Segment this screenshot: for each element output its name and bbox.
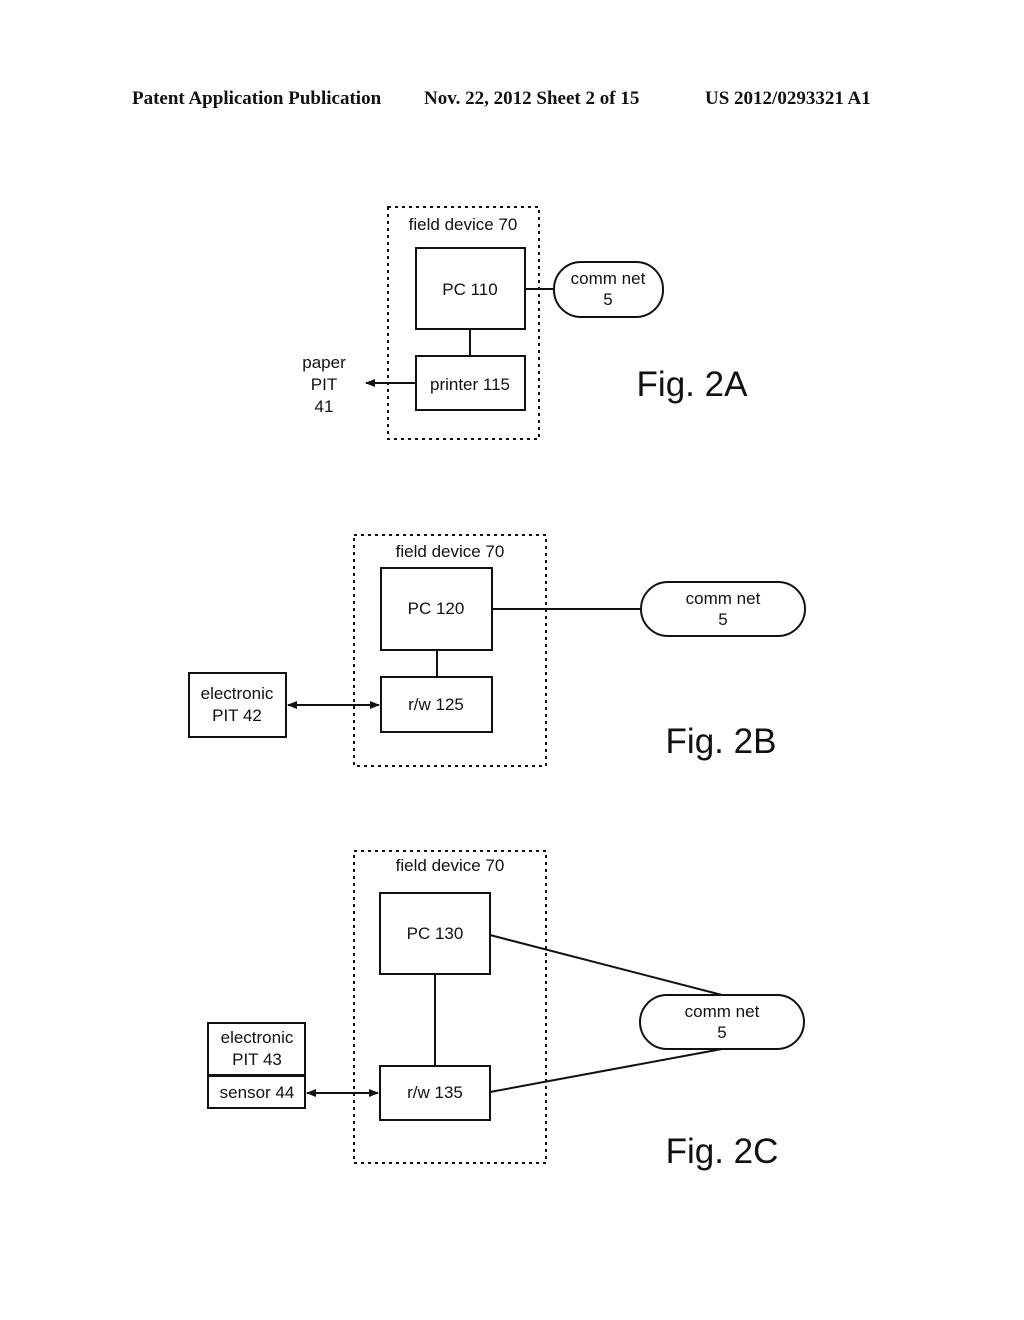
figures-canvas: field device 70 PC 110 printer 115 comm …: [188, 206, 806, 1171]
field-device-label: field device 70: [396, 856, 505, 875]
electronic-pit-label-line1: electronic: [221, 1028, 294, 1047]
comm-net-label-line1: comm net: [685, 1002, 760, 1021]
printer-label: printer 115: [430, 375, 510, 394]
rw-label: r/w 135: [407, 1083, 463, 1102]
rw-comm-connector: [489, 1048, 723, 1093]
comm-net-label-line1: comm net: [571, 269, 646, 288]
figure-caption: Fig. 2B: [666, 722, 777, 761]
comm-net-label-line2: 5: [717, 1023, 726, 1042]
field-device-label: field device 70: [396, 542, 505, 561]
pc-label: PC 120: [408, 599, 465, 618]
field-device-label: field device 70: [409, 215, 518, 234]
comm-net-label-line2: 5: [718, 610, 727, 629]
figure-2b: field device 70 PC 120 r/w 125 comm net …: [188, 534, 806, 767]
paper-pit-label-line3: 41: [315, 397, 334, 416]
pc-comm-connector: [489, 934, 723, 996]
paper-pit-label-line1: paper: [302, 353, 346, 372]
electronic-pit-label-line1: electronic: [201, 684, 274, 703]
pc-label: PC 130: [407, 924, 464, 943]
pc-label: PC 110: [442, 280, 497, 299]
electronic-pit-label-line2: PIT 42: [212, 706, 262, 725]
sensor-label: sensor 44: [220, 1083, 295, 1102]
rw-label: r/w 125: [408, 695, 464, 714]
electronic-pit-box: [188, 672, 287, 738]
comm-net-label-line2: 5: [603, 290, 612, 309]
figure-caption: Fig. 2A: [637, 365, 749, 404]
electronic-pit-label-line2: PIT 43: [232, 1050, 282, 1069]
paper-pit-label-line2: PIT: [311, 375, 337, 394]
figure-caption: Fig. 2C: [666, 1132, 779, 1171]
figure-2a: field device 70 PC 110 printer 115 comm …: [302, 206, 749, 440]
figure-2c: field device 70 PC 130 r/w 135 comm net …: [207, 850, 805, 1171]
comm-net-label-line1: comm net: [686, 589, 761, 608]
